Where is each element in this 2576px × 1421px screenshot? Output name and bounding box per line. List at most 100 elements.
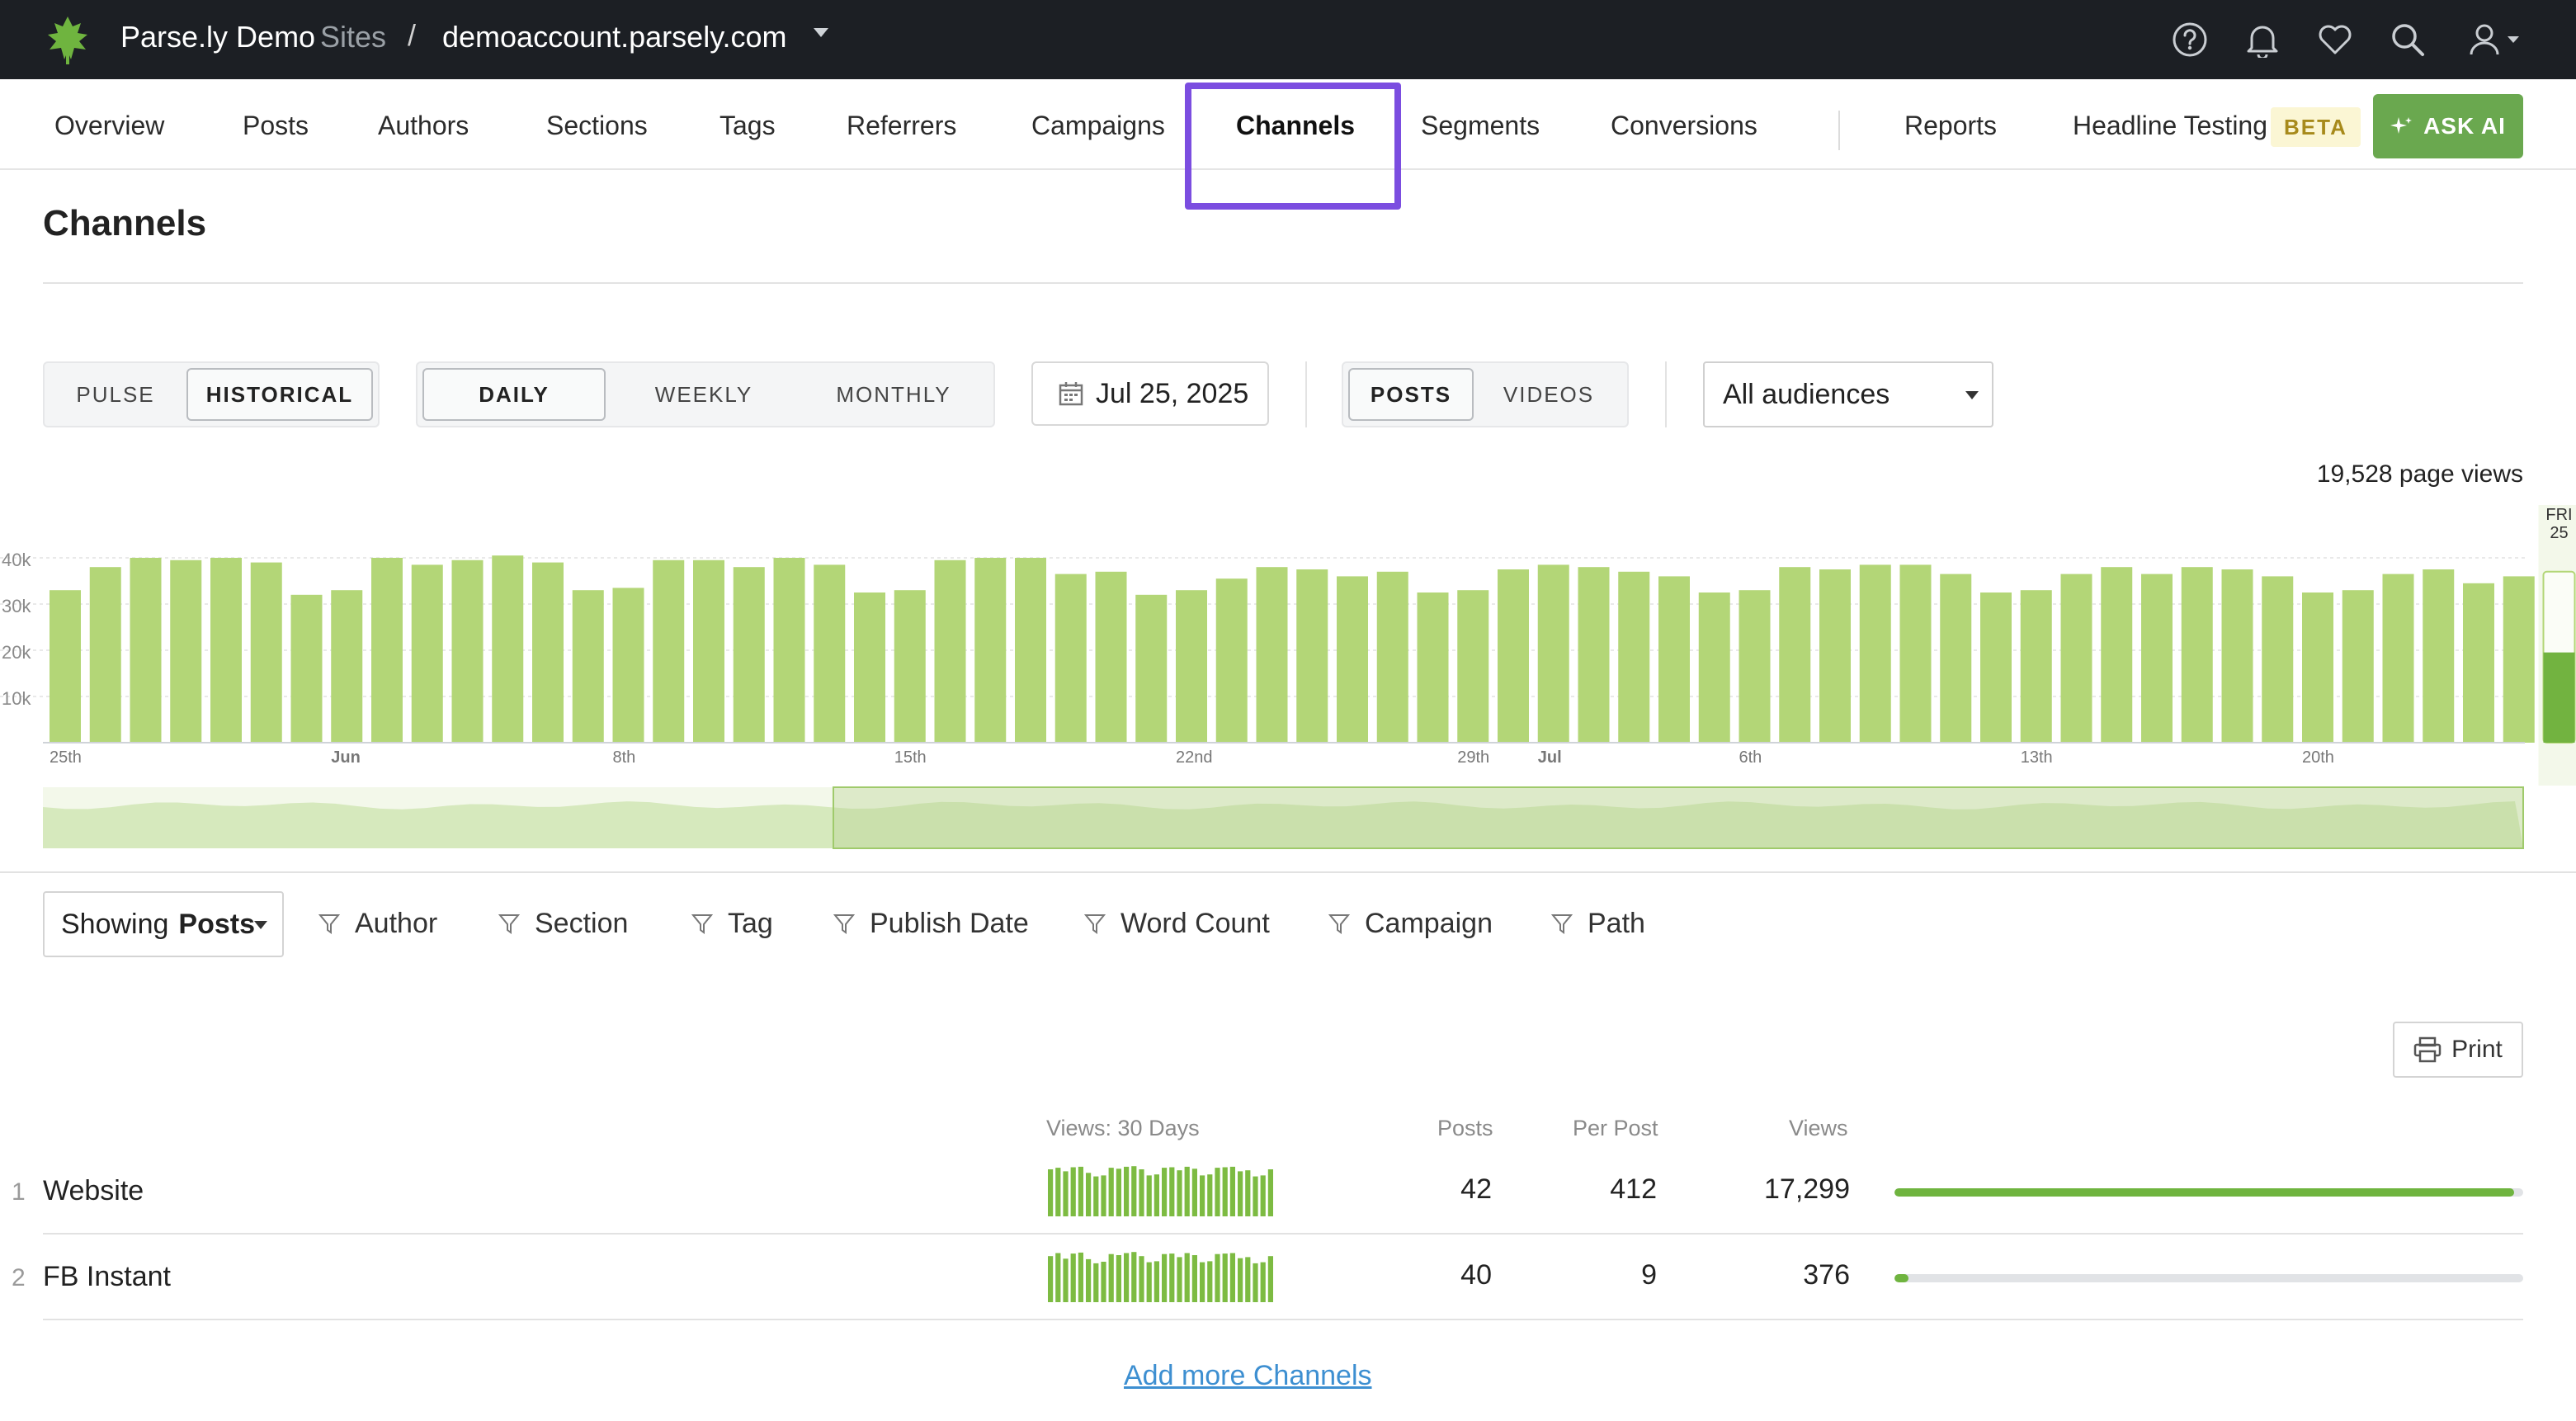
chart-bar <box>170 559 202 743</box>
spark-bar <box>1139 1256 1144 1302</box>
chevron-down-icon[interactable] <box>814 28 828 37</box>
channels-tab-highlight <box>1185 83 1401 210</box>
nav-campaigns[interactable]: Campaigns <box>1031 111 1165 141</box>
channel-name[interactable]: FB Instant <box>43 1261 171 1293</box>
filter-tag[interactable]: Tag <box>691 908 773 940</box>
sites-link[interactable]: Sites <box>320 20 386 54</box>
header-views[interactable]: Views <box>1789 1116 1848 1141</box>
spark-bar <box>1169 1253 1175 1302</box>
filter-label: Publish Date <box>870 908 1029 939</box>
beta-badge: BETA <box>2271 107 2361 147</box>
chart-bar <box>1859 564 1891 743</box>
header-per-post[interactable]: Per Post <box>1573 1116 1658 1141</box>
bell-icon[interactable] <box>2239 17 2286 63</box>
spark-bar <box>1162 1168 1168 1216</box>
spark-bar <box>1078 1252 1083 1302</box>
chart-bar <box>1376 571 1408 743</box>
chart-bar <box>854 592 885 743</box>
spark-bar <box>1200 1262 1205 1302</box>
printer-icon <box>2413 1036 2442 1063</box>
chart-bar <box>1618 571 1650 743</box>
nav-headline-testing[interactable]: Headline Testing <box>2073 111 2267 141</box>
pulse-button[interactable]: PULSE <box>50 368 182 421</box>
spark-bar <box>1154 1261 1159 1302</box>
chart-bar <box>1337 576 1368 743</box>
filter-funnel-icon <box>1084 914 1106 934</box>
showing-select[interactable]: Showing Posts <box>43 891 284 957</box>
chart-bar <box>492 555 524 743</box>
spark-bar <box>1093 1263 1099 1302</box>
header-posts[interactable]: Posts <box>1437 1116 1493 1141</box>
filter-author[interactable]: Author <box>318 908 437 940</box>
daily-button[interactable]: DAILY <box>422 368 606 421</box>
nav-reports[interactable]: Reports <box>1904 111 1997 141</box>
spark-bar <box>1260 1175 1266 1216</box>
filter-word-count[interactable]: Word Count <box>1084 908 1270 940</box>
chart-bar <box>89 567 121 743</box>
user-menu-icon[interactable] <box>2465 17 2528 63</box>
showing-value: Posts <box>178 908 256 940</box>
chart-bar <box>130 558 162 743</box>
nav-sections[interactable]: Sections <box>546 111 648 141</box>
nav-conversions[interactable]: Conversions <box>1611 111 1757 141</box>
brand-name[interactable]: Parse.ly Demo <box>120 20 315 54</box>
spark-bar <box>1124 1253 1130 1302</box>
historical-button[interactable]: HISTORICAL <box>186 368 373 421</box>
site-domain[interactable]: demoaccount.parsely.com <box>442 20 787 54</box>
row-divider <box>43 1319 2523 1320</box>
monthly-button[interactable]: MONTHLY <box>802 368 985 421</box>
chart-bar <box>451 559 484 743</box>
weekly-button[interactable]: WEEKLY <box>612 368 795 421</box>
spark-bar <box>1191 1168 1197 1216</box>
spark-bar <box>1078 1166 1083 1216</box>
x-tick-label: 15th <box>894 748 927 767</box>
audience-select[interactable]: All audiences <box>1703 361 1993 427</box>
filter-label: Path <box>1588 908 1645 939</box>
caret-down-icon <box>254 921 267 929</box>
nav-authors[interactable]: Authors <box>378 111 469 141</box>
spark-bar <box>1229 1253 1235 1302</box>
search-icon[interactable] <box>2385 17 2431 63</box>
date-picker-button[interactable]: Jul 25, 2025 <box>1031 361 1269 426</box>
table-row[interactable]: 2 FB Instant 40 9 376 <box>0 1236 2576 1322</box>
x-tick-label: 25th <box>50 748 82 767</box>
heart-icon[interactable] <box>2312 17 2358 63</box>
title-divider <box>43 282 2523 284</box>
print-button[interactable]: Print <box>2393 1022 2523 1078</box>
posts-button[interactable]: POSTS <box>1348 368 1474 421</box>
chart-bar <box>1578 567 1610 743</box>
views-share-fill <box>1894 1188 2514 1197</box>
chart-bar <box>1256 567 1288 743</box>
filter-campaign[interactable]: Campaign <box>1328 908 1493 940</box>
filter-path[interactable]: Path <box>1551 908 1645 940</box>
add-more-channels-link[interactable]: Add more Channels <box>1124 1360 1372 1392</box>
nav-divider <box>1838 111 1840 150</box>
ask-ai-button[interactable]: ASK AI <box>2373 94 2523 158</box>
nav-overview[interactable]: Overview <box>54 111 164 141</box>
nav-posts[interactable]: Posts <box>243 111 309 141</box>
channel-name[interactable]: Website <box>43 1175 144 1207</box>
views-share-bar <box>1894 1188 2523 1197</box>
spark-bar <box>1124 1166 1130 1216</box>
per-post-value: 412 <box>1610 1173 1657 1205</box>
posts-count: 42 <box>1460 1173 1492 1205</box>
filter-section[interactable]: Section <box>498 908 628 940</box>
spark-bar <box>1131 1166 1137 1216</box>
page-views-chart[interactable]: 10k 20k 30k 40k FRI25 25th Jun 8th 15th 22nd 29th J… <box>0 495 2576 866</box>
nav-referrers[interactable]: Referrers <box>847 111 956 141</box>
videos-button[interactable]: VIDEOS <box>1480 368 1617 421</box>
nav-tags[interactable]: Tags <box>719 111 776 141</box>
filter-publish-date[interactable]: Publish Date <box>833 908 1029 940</box>
table-row[interactable]: 1 Website 42 412 17,299 <box>0 1150 2576 1236</box>
spark-bar <box>1162 1253 1168 1302</box>
parsely-leaf-logo-icon[interactable] <box>41 13 94 66</box>
nav-segments[interactable]: Segments <box>1421 111 1540 141</box>
filter-label: Campaign <box>1365 908 1493 939</box>
spark-bar <box>1215 1253 1220 1302</box>
chart-bar <box>612 588 644 743</box>
filter-label: Section <box>535 908 629 939</box>
spark-bar <box>1063 1171 1069 1216</box>
help-icon[interactable] <box>2167 17 2213 63</box>
controls-divider <box>1305 361 1307 427</box>
chart-bar <box>2302 592 2333 743</box>
